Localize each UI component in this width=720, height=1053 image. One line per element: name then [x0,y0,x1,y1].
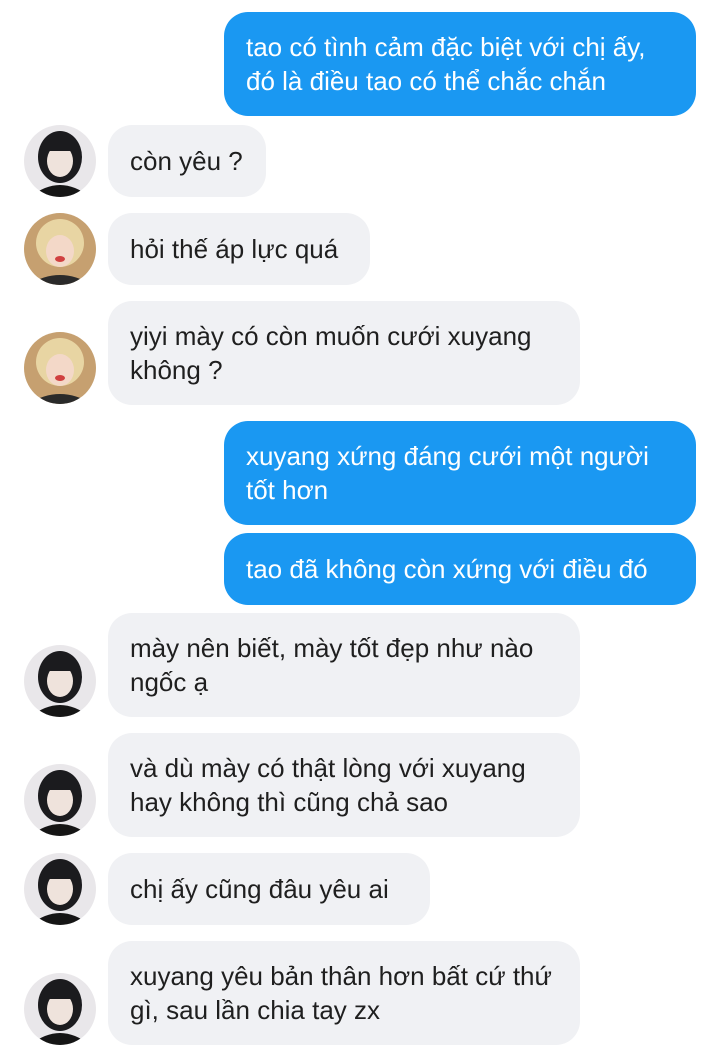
avatar-dark-hair-icon [24,973,96,1045]
message-text: mày nên biết, mày tốt đẹp như nào ngốc ạ [130,633,534,697]
incoming-message[interactable]: và dù mày có thật lòng với xuyang hay kh… [108,733,580,837]
message-text: yiyi mày có còn muốn cưới xuyang không ? [130,321,532,385]
outgoing-message[interactable]: tao đã không còn xứng với điều đó [224,533,696,605]
incoming-message[interactable]: xuyang yêu bản thân hơn bất cứ thứ gì, s… [108,941,580,1045]
avatar-dark-hair-icon [24,125,96,197]
outgoing-message[interactable]: tao có tình cảm đặc biệt với chị ấy, đó … [224,12,696,116]
message-text: xuyang xứng đáng cưới một người tốt hơn [246,441,649,505]
message-text: hỏi thế áp lực quá [130,234,339,264]
message-text: xuyang yêu bản thân hơn bất cứ thứ gì, s… [130,961,552,1025]
avatar-dark-hair[interactable] [24,764,96,836]
incoming-message[interactable]: yiyi mày có còn muốn cưới xuyang không ? [108,301,580,405]
incoming-message[interactable]: hỏi thế áp lực quá [108,213,370,285]
incoming-message[interactable]: còn yêu ? [108,125,266,197]
avatar-blonde-hair[interactable] [24,332,96,404]
avatar-dark-hair-icon [24,645,96,717]
avatar-dark-hair-icon [24,853,96,925]
message-text: tao đã không còn xứng với điều đó [246,554,648,584]
avatar-dark-hair-icon [24,764,96,836]
message-text: chị ấy cũng đâu yêu ai [130,874,389,904]
avatar-dark-hair[interactable] [24,973,96,1045]
avatar-dark-hair[interactable] [24,853,96,925]
outgoing-message[interactable]: xuyang xứng đáng cưới một người tốt hơn [224,421,696,525]
avatar-dark-hair[interactable] [24,125,96,197]
message-text: còn yêu ? [130,146,243,176]
avatar-dark-hair[interactable] [24,645,96,717]
message-text: tao có tình cảm đặc biệt với chị ấy, đó … [246,32,646,96]
message-text: và dù mày có thật lòng với xuyang hay kh… [130,753,526,817]
avatar-blonde-hair-icon [24,213,96,285]
avatar-blonde-hair[interactable] [24,213,96,285]
chat-thread: tao có tình cảm đặc biệt với chị ấy, đó … [0,0,720,1053]
avatar-blonde-hair-icon [24,332,96,404]
incoming-message[interactable]: chị ấy cũng đâu yêu ai [108,853,430,925]
incoming-message[interactable]: mày nên biết, mày tốt đẹp như nào ngốc ạ [108,613,580,717]
